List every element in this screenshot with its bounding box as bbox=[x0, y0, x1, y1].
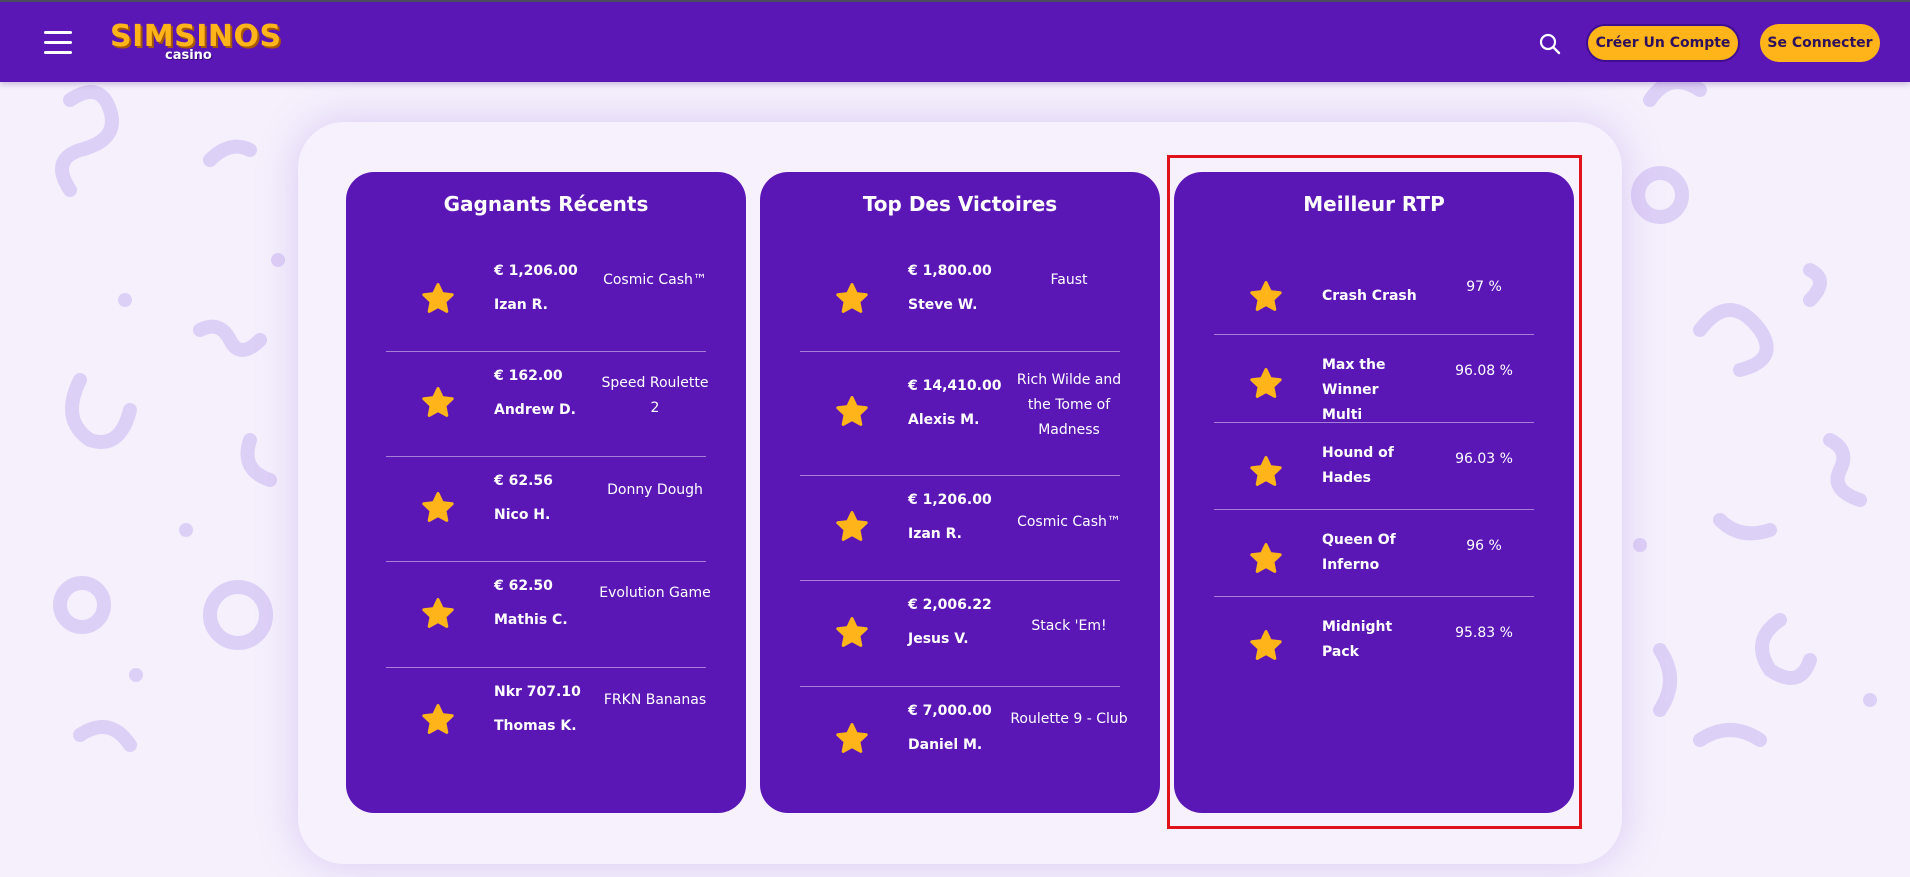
game-name[interactable]: Max the Winner Multi bbox=[1322, 353, 1422, 428]
create-account-button[interactable]: Créer Un Compte bbox=[1586, 24, 1740, 62]
player-name: Steve W. bbox=[908, 297, 978, 313]
game-name[interactable]: Stack 'Em! bbox=[1010, 614, 1128, 639]
player-name: Jesus V. bbox=[908, 631, 969, 647]
winner-row[interactable]: Nkr 707.10 Thomas K. FRKN Bananas bbox=[386, 668, 706, 773]
search-icon[interactable] bbox=[1538, 32, 1562, 56]
game-name[interactable]: Cosmic Cash™ bbox=[596, 268, 714, 293]
game-name[interactable]: Queen Of Inferno bbox=[1322, 528, 1422, 578]
win-amount: € 1,206.00 bbox=[908, 492, 992, 508]
rtp-row[interactable]: Max the Winner Multi 96.08 % bbox=[1214, 335, 1534, 423]
game-name[interactable]: FRKN Bananas bbox=[596, 688, 714, 713]
best-rtp-card: Meilleur RTP Crash Crash 97 % Max the Wi… bbox=[1174, 172, 1574, 813]
winner-row[interactable]: € 1,206.00 Izan R. Cosmic Cash™ bbox=[386, 246, 707, 352]
player-name: Thomas K. bbox=[494, 718, 577, 734]
game-name[interactable]: Speed Roulette 2 bbox=[596, 371, 714, 421]
top-navigation-bar: SIMSINOS casino Créer Un Compte Se Conne… bbox=[0, 0, 1910, 82]
win-amount: € 62.56 bbox=[494, 473, 553, 489]
win-amount: € 1,206.00 bbox=[494, 263, 578, 279]
card-title: Meilleur RTP bbox=[1303, 192, 1445, 216]
player-name: Daniel M. bbox=[908, 737, 983, 753]
game-name[interactable]: Rich Wilde and the Tome of Madness bbox=[1010, 368, 1128, 443]
win-amount: € 162.00 bbox=[494, 368, 563, 384]
star-icon bbox=[421, 597, 455, 631]
star-icon bbox=[1249, 629, 1283, 663]
top-win-row[interactable]: € 1,800.00 Steve W. Faust bbox=[800, 246, 1120, 352]
top-win-row[interactable]: € 7,000.00 Daniel M. Roulette 9 - Club bbox=[800, 687, 1128, 792]
site-logo[interactable]: SIMSINOS casino bbox=[110, 20, 281, 66]
rtp-row[interactable]: Queen Of Inferno 96 % bbox=[1214, 510, 1534, 597]
logo-subtitle: casino bbox=[165, 48, 212, 63]
win-amount: € 1,800.00 bbox=[908, 263, 992, 279]
game-name[interactable]: Faust bbox=[1010, 268, 1128, 293]
rtp-row[interactable]: Crash Crash 97 % bbox=[1214, 246, 1534, 335]
win-amount: Nkr 707.10 bbox=[494, 684, 581, 700]
rtp-row[interactable]: Midnight Pack 95.83 % bbox=[1214, 597, 1534, 684]
top-wins-card: Top Des Victoires € 1,800.00 Steve W. Fa… bbox=[760, 172, 1160, 813]
game-name[interactable]: Crash Crash bbox=[1322, 284, 1422, 309]
star-icon bbox=[421, 386, 455, 420]
recent-winners-card: Gagnants Récents € 1,206.00 Izan R. Cosm… bbox=[346, 172, 746, 813]
player-name: Andrew D. bbox=[494, 402, 576, 418]
player-name: Izan R. bbox=[908, 526, 963, 542]
hamburger-icon[interactable] bbox=[44, 31, 72, 55]
login-button[interactable]: Se Connecter bbox=[1760, 24, 1880, 62]
player-name: Nico H. bbox=[494, 507, 551, 523]
rtp-value: 95.83 % bbox=[1455, 625, 1513, 641]
win-amount: € 62.50 bbox=[494, 578, 553, 594]
rtp-value: 96 % bbox=[1466, 538, 1502, 554]
winner-row[interactable]: € 62.50 Mathis C. Evolution Game bbox=[386, 562, 711, 668]
game-name[interactable]: Evolution Game bbox=[596, 581, 714, 606]
player-name: Mathis C. bbox=[494, 612, 568, 628]
game-name[interactable]: Roulette 9 - Club bbox=[1010, 707, 1128, 732]
card-title: Top Des Victoires bbox=[862, 192, 1058, 216]
star-icon bbox=[1249, 542, 1283, 576]
winner-row[interactable]: € 162.00 Andrew D. Speed Roulette 2 bbox=[386, 352, 708, 457]
winner-row[interactable]: € 62.56 Nico H. Donny Dough bbox=[386, 457, 706, 562]
star-icon bbox=[421, 491, 455, 525]
star-icon bbox=[1249, 455, 1283, 489]
win-amount: € 7,000.00 bbox=[908, 703, 992, 719]
star-icon bbox=[835, 395, 869, 429]
star-icon bbox=[1249, 280, 1283, 314]
rtp-value: 96.08 % bbox=[1455, 363, 1513, 379]
rtp-value: 96.03 % bbox=[1455, 451, 1513, 467]
game-name[interactable]: Midnight Pack bbox=[1322, 615, 1422, 665]
star-icon bbox=[421, 282, 455, 316]
star-icon bbox=[421, 703, 455, 737]
top-win-row[interactable]: € 14,410.00 Alexis M. Rich Wilde and the… bbox=[800, 352, 1121, 476]
star-icon bbox=[835, 282, 869, 316]
win-amount: € 2,006.22 bbox=[908, 597, 992, 613]
player-name: Izan R. bbox=[494, 297, 549, 313]
top-win-row[interactable]: € 1,206.00 Izan R. Cosmic Cash™ bbox=[800, 476, 1121, 581]
top-win-row[interactable]: € 2,006.22 Jesus V. Stack 'Em! bbox=[800, 581, 1120, 687]
rtp-row[interactable]: Hound of Hades 96.03 % bbox=[1214, 423, 1534, 510]
star-icon bbox=[835, 616, 869, 650]
card-title: Gagnants Récents bbox=[443, 192, 649, 216]
game-name[interactable]: Cosmic Cash™ bbox=[1010, 510, 1128, 535]
rtp-value: 97 % bbox=[1466, 279, 1502, 295]
win-amount: € 14,410.00 bbox=[908, 378, 1002, 394]
star-icon bbox=[835, 722, 869, 756]
player-name: Alexis M. bbox=[908, 412, 980, 428]
star-icon bbox=[835, 510, 869, 544]
star-icon bbox=[1249, 367, 1283, 401]
game-name[interactable]: Hound of Hades bbox=[1322, 441, 1422, 491]
game-name[interactable]: Donny Dough bbox=[596, 478, 714, 503]
